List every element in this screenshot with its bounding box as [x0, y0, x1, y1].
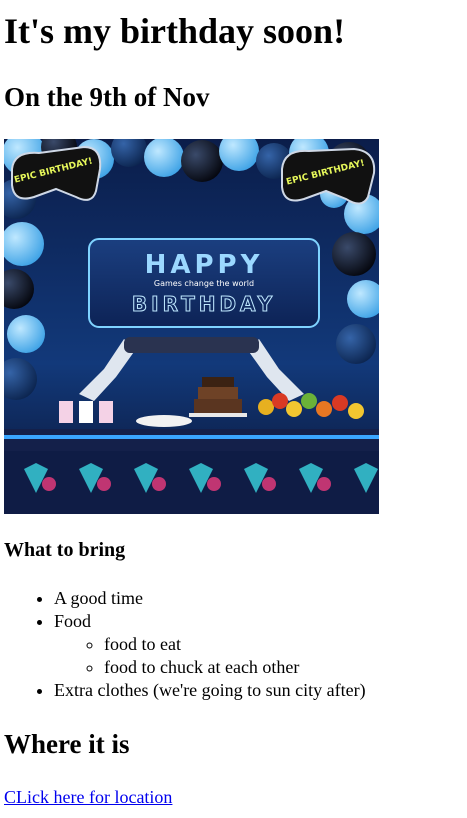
birthday-banner-image: EPIC BIRTHDAY! EPIC BIRTHDAY! HAPPY Game… [4, 139, 379, 514]
location-link[interactable]: CLick here for location [4, 786, 172, 809]
what-to-bring-heading: What to bring [4, 539, 126, 561]
happy-birthday-screen: HAPPY Games change the world BIRTHDAY [88, 238, 320, 328]
svg-text:Games change the world: Games change the world [154, 279, 254, 288]
bring-list: A good time Food food to eat food to chu… [4, 587, 463, 702]
food-sublist: food to eat food to chuck at each other [54, 633, 463, 679]
list-item: Extra clothes (we're going to sun city a… [54, 679, 463, 702]
party-date: On the 9th of Nov [4, 82, 210, 112]
list-item-label: Food [54, 611, 92, 631]
list-item: Food food to eat food to chuck at each o… [54, 610, 463, 679]
where-it-is-heading: Where it is [4, 729, 130, 759]
list-item: food to chuck at each other [104, 656, 463, 679]
list-item: A good time [54, 587, 463, 610]
svg-text:BIRTHDAY: BIRTHDAY [132, 292, 276, 316]
svg-text:HAPPY: HAPPY [145, 250, 264, 280]
list-item: food to eat [104, 633, 463, 656]
page-title: It's my birthday soon! [4, 11, 346, 51]
